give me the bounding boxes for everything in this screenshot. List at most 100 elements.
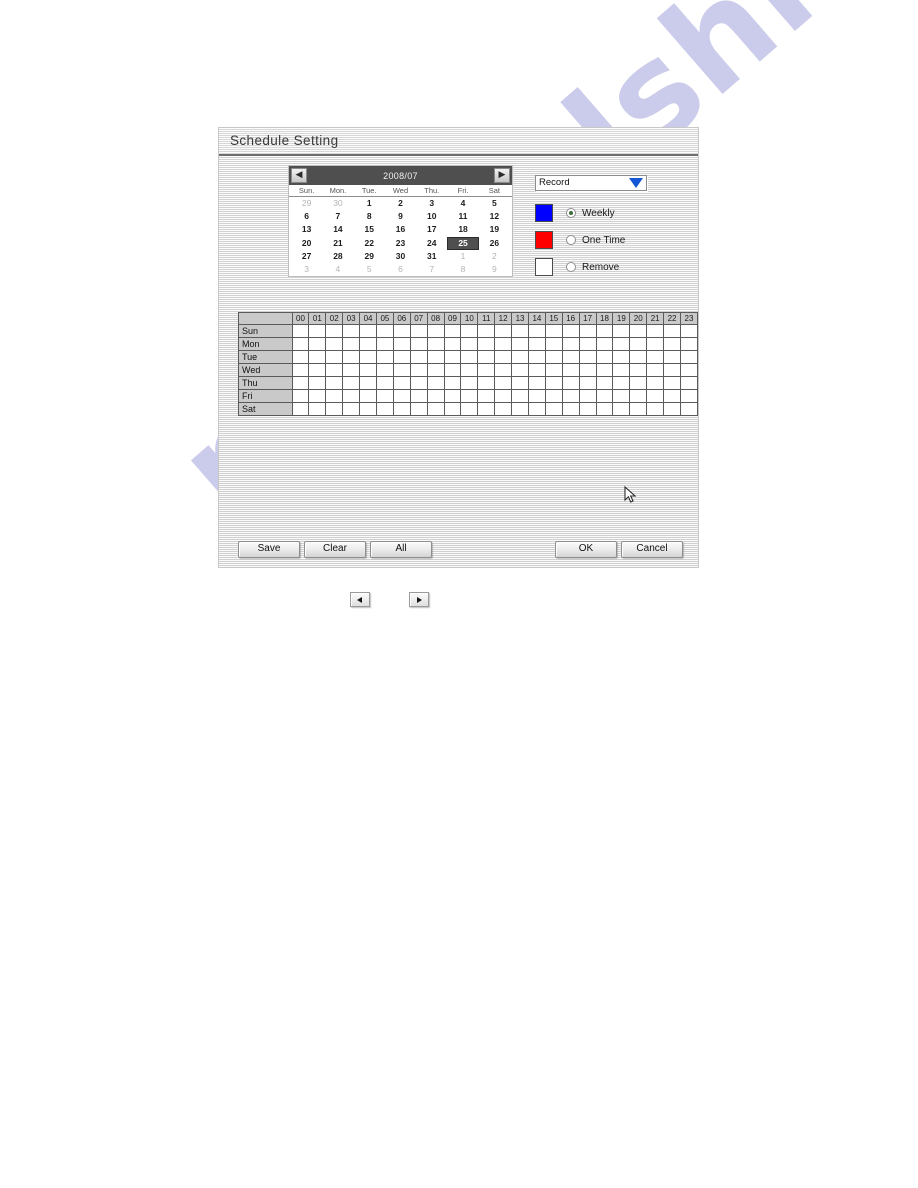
schedule-cell-tue-02[interactable] (325, 350, 344, 364)
schedule-cell-mon-04[interactable] (359, 337, 377, 351)
schedule-cell-mon-17[interactable] (578, 337, 597, 351)
calendar-day[interactable]: 19 (479, 223, 510, 236)
schedule-cell-sat-20[interactable] (629, 402, 648, 416)
calendar-day[interactable]: 5 (354, 263, 385, 276)
calendar-prev-month-button[interactable]: ◀ (291, 168, 307, 183)
schedule-cell-mon-18[interactable] (595, 337, 614, 351)
schedule-cell-tue-13[interactable] (511, 350, 529, 364)
schedule-cell-fri-23[interactable] (679, 389, 699, 403)
schedule-cell-sun-01[interactable] (308, 324, 327, 338)
schedule-cell-fri-15[interactable] (544, 389, 563, 403)
schedule-cell-wed-18[interactable] (595, 363, 614, 377)
schedule-cell-wed-22[interactable] (663, 363, 681, 377)
schedule-cell-mon-11[interactable] (477, 337, 496, 351)
schedule-cell-sun-17[interactable] (578, 324, 597, 338)
schedule-cell-sat-23[interactable] (679, 402, 699, 416)
calendar-day[interactable]: 24 (416, 237, 447, 250)
schedule-cell-sun-14[interactable] (527, 324, 546, 338)
color-swatch-remove[interactable] (535, 258, 553, 276)
schedule-cell-sun-21[interactable] (646, 324, 665, 338)
schedule-cell-fri-08[interactable] (426, 389, 445, 403)
schedule-cell-thu-20[interactable] (629, 376, 648, 390)
color-swatch-weekly[interactable] (535, 204, 553, 222)
schedule-cell-wed-07[interactable] (409, 363, 428, 377)
calendar-day[interactable]: 16 (385, 223, 416, 236)
schedule-cell-sat-11[interactable] (477, 402, 496, 416)
schedule-cell-thu-08[interactable] (426, 376, 445, 390)
schedule-cell-mon-10[interactable] (460, 337, 479, 351)
schedule-cell-fri-03[interactable] (342, 389, 361, 403)
schedule-cell-tue-01[interactable] (308, 350, 327, 364)
schedule-cell-thu-02[interactable] (325, 376, 344, 390)
schedule-cell-sat-02[interactable] (325, 402, 344, 416)
schedule-cell-tue-11[interactable] (477, 350, 496, 364)
schedule-cell-mon-15[interactable] (544, 337, 563, 351)
schedule-cell-fri-19[interactable] (612, 389, 631, 403)
schedule-cell-thu-16[interactable] (561, 376, 580, 390)
schedule-cell-sat-06[interactable] (392, 402, 411, 416)
calendar-day[interactable]: 31 (416, 250, 447, 263)
calendar-day[interactable]: 7 (416, 263, 447, 276)
schedule-cell-tue-20[interactable] (629, 350, 648, 364)
calendar-day[interactable]: 3 (291, 263, 322, 276)
schedule-cell-mon-01[interactable] (308, 337, 327, 351)
schedule-cell-thu-05[interactable] (375, 376, 394, 390)
calendar-day[interactable]: 20 (291, 237, 322, 250)
schedule-cell-wed-20[interactable] (629, 363, 648, 377)
schedule-cell-fri-16[interactable] (561, 389, 580, 403)
schedule-cell-wed-13[interactable] (511, 363, 529, 377)
schedule-cell-tue-08[interactable] (426, 350, 445, 364)
calendar-day[interactable]: 30 (322, 197, 353, 210)
schedule-cell-wed-12[interactable] (494, 363, 513, 377)
clear-button[interactable]: Clear (304, 541, 366, 558)
schedule-cell-sun-23[interactable] (679, 324, 699, 338)
schedule-cell-sat-15[interactable] (544, 402, 563, 416)
schedule-cell-thu-11[interactable] (477, 376, 496, 390)
schedule-cell-mon-00[interactable] (291, 337, 310, 351)
schedule-cell-mon-05[interactable] (375, 337, 394, 351)
schedule-cell-mon-02[interactable] (325, 337, 344, 351)
schedule-cell-sun-02[interactable] (325, 324, 344, 338)
schedule-cell-thu-10[interactable] (460, 376, 479, 390)
schedule-cell-sat-18[interactable] (595, 402, 614, 416)
schedule-cell-tue-12[interactable] (494, 350, 513, 364)
schedule-cell-mon-03[interactable] (342, 337, 361, 351)
calendar-day[interactable]: 9 (479, 263, 510, 276)
schedule-cell-fri-05[interactable] (375, 389, 394, 403)
schedule-cell-thu-12[interactable] (494, 376, 513, 390)
schedule-cell-wed-08[interactable] (426, 363, 445, 377)
calendar-day[interactable]: 15 (354, 223, 385, 236)
schedule-cell-wed-10[interactable] (460, 363, 479, 377)
schedule-cell-sat-13[interactable] (511, 402, 529, 416)
schedule-cell-tue-09[interactable] (443, 350, 462, 364)
schedule-cell-thu-07[interactable] (409, 376, 428, 390)
schedule-cell-fri-20[interactable] (629, 389, 648, 403)
schedule-cell-wed-03[interactable] (342, 363, 361, 377)
schedule-cell-thu-19[interactable] (612, 376, 631, 390)
schedule-cell-sat-10[interactable] (460, 402, 479, 416)
schedule-cell-tue-17[interactable] (578, 350, 597, 364)
schedule-cell-wed-17[interactable] (578, 363, 597, 377)
legend-row-remove[interactable]: Remove (535, 258, 619, 276)
schedule-cell-sat-12[interactable] (494, 402, 513, 416)
calendar-day[interactable]: 1 (447, 250, 478, 263)
weekly-schedule-grid[interactable]: 00 01 02 03 04 05 06 07 08 09 10 11 12 13 14 15 16 17 18 19… (238, 312, 699, 416)
schedule-cell-sat-05[interactable] (375, 402, 394, 416)
schedule-cell-sun-20[interactable] (629, 324, 648, 338)
schedule-cell-sun-12[interactable] (494, 324, 513, 338)
page-next-button[interactable] (409, 592, 429, 607)
schedule-cell-tue-06[interactable] (392, 350, 411, 364)
schedule-cell-wed-21[interactable] (646, 363, 665, 377)
schedule-cell-mon-06[interactable] (392, 337, 411, 351)
calendar-next-month-button[interactable]: ▶ (494, 168, 510, 183)
ok-button[interactable]: OK (555, 541, 617, 558)
schedule-cell-tue-16[interactable] (561, 350, 580, 364)
calendar-day[interactable]: 10 (416, 210, 447, 223)
radio-weekly[interactable] (566, 208, 576, 218)
schedule-cell-tue-07[interactable] (409, 350, 428, 364)
schedule-cell-fri-02[interactable] (325, 389, 344, 403)
calendar-day[interactable]: 14 (322, 223, 353, 236)
schedule-cell-sun-13[interactable] (511, 324, 529, 338)
calendar-day[interactable]: 2 (479, 250, 510, 263)
schedule-cell-sat-14[interactable] (527, 402, 546, 416)
